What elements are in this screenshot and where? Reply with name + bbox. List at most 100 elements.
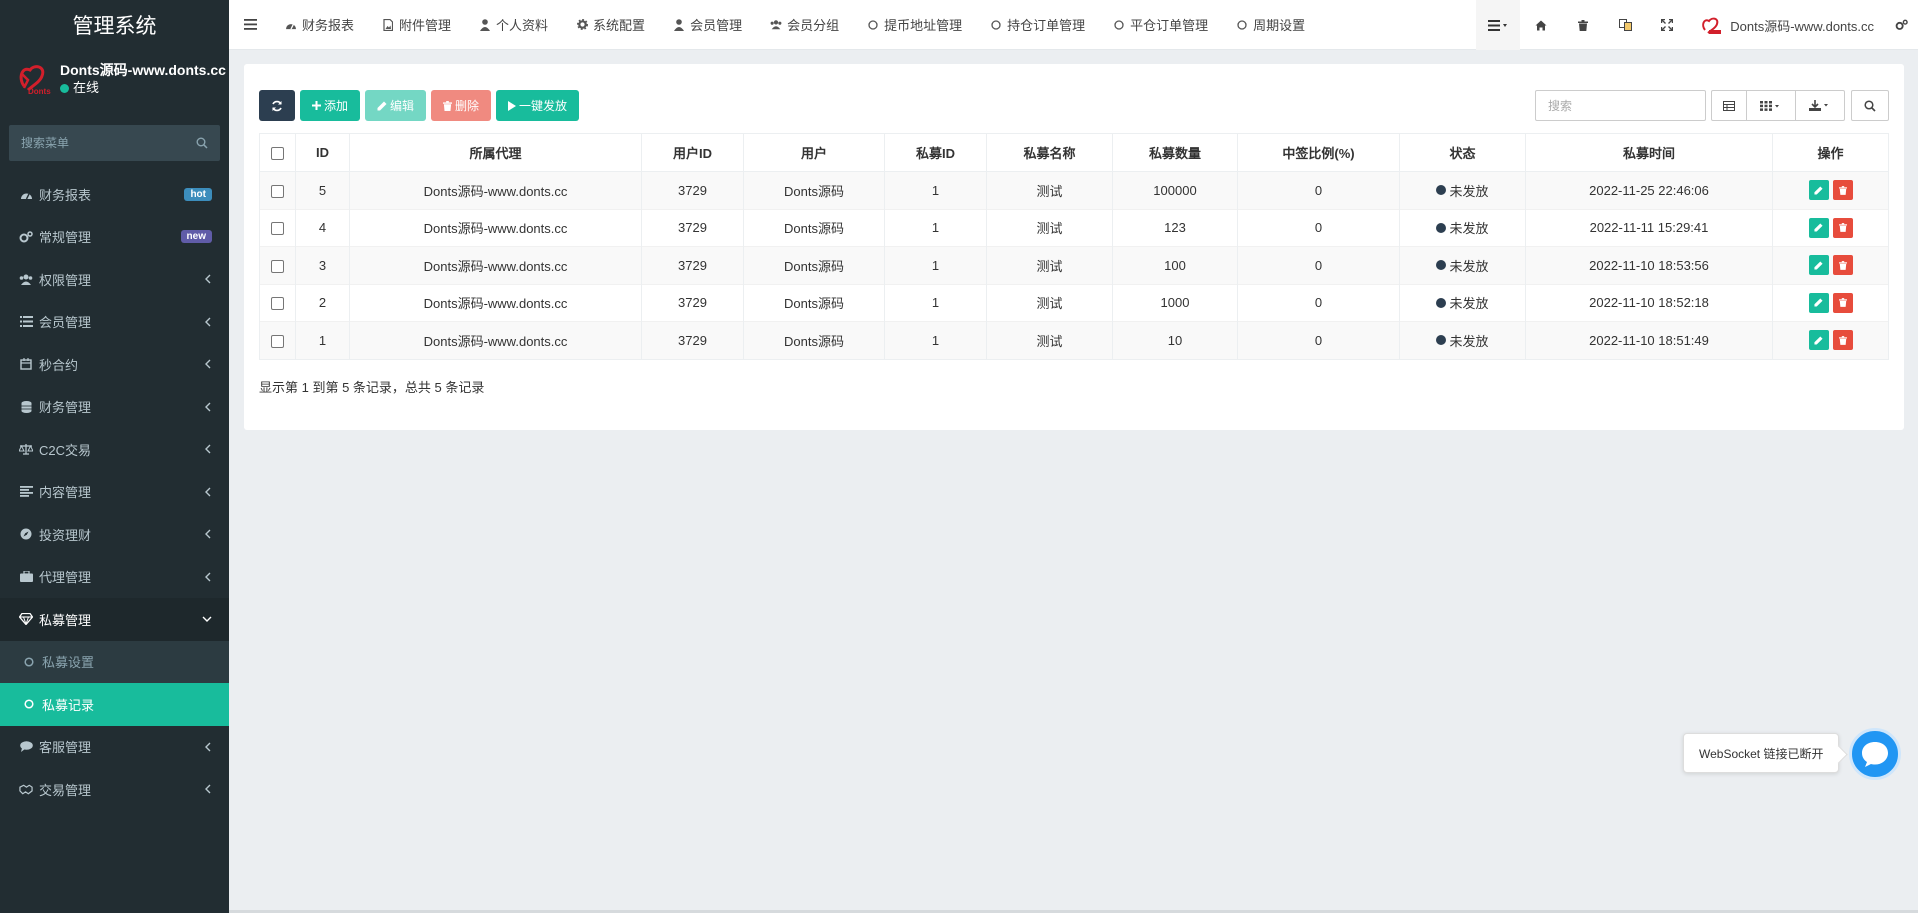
chevron-left-icon	[205, 402, 211, 412]
row-edit-button[interactable]	[1808, 217, 1829, 238]
edit-button[interactable]: 编辑	[365, 90, 427, 121]
cell-win-ratio: 0	[1237, 171, 1400, 209]
row-edit-button[interactable]	[1808, 330, 1829, 351]
search-icon[interactable]	[196, 137, 208, 149]
cell-placement-name: 测试	[986, 246, 1113, 284]
header-placement-qty[interactable]: 私募数量	[1112, 133, 1238, 172]
table-row[interactable]: 2 Donts源码-www.donts.cc 3729 Donts源码 1 测试…	[259, 283, 1889, 322]
delete-button[interactable]: 删除	[431, 90, 492, 121]
row-delete-button[interactable]	[1832, 255, 1853, 276]
tabs-menu-dropdown[interactable]	[1476, 0, 1521, 50]
tab-label: 持仓订单管理	[1007, 18, 1086, 33]
cell-id: 4	[295, 208, 350, 247]
row-checkbox[interactable]	[271, 259, 284, 273]
chat-button[interactable]	[1849, 728, 1901, 780]
table-row[interactable]: 3 Donts源码-www.donts.cc 3729 Donts源码 1 测试…	[259, 246, 1889, 284]
tab-closed-orders[interactable]: 平仓订单管理	[1099, 0, 1222, 50]
play-icon	[508, 100, 517, 111]
row-checkbox[interactable]	[271, 297, 284, 311]
status-badge: 未发放	[1436, 331, 1489, 350]
trash-icon	[1838, 185, 1847, 195]
status-badge: 未发放	[1436, 293, 1489, 312]
tab-position-orders[interactable]: 持仓订单管理	[976, 0, 1099, 50]
tab-withdraw-address[interactable]: 提币地址管理	[853, 0, 976, 50]
grid-dropdown-icon	[1760, 100, 1779, 111]
row-delete-button[interactable]	[1832, 217, 1853, 238]
header-status[interactable]: 状态	[1399, 133, 1526, 172]
tab-system-config[interactable]: 系统配置	[562, 0, 659, 50]
add-button[interactable]: 添加	[300, 90, 361, 121]
header-id[interactable]: ID	[295, 133, 350, 172]
cell-user-id: 3729	[641, 283, 744, 322]
header-agent[interactable]: 所属代理	[349, 133, 642, 172]
header-user[interactable]: 用户	[743, 133, 885, 172]
one-click-dispatch-button[interactable]: 一键发放	[496, 90, 580, 121]
sidebar-item-general[interactable]: 常规管理 new	[0, 216, 229, 259]
sidebar-item-c2c[interactable]: C2C交易	[0, 428, 229, 471]
sidebar-item-finance[interactable]: 财务管理	[0, 386, 229, 429]
clear-cache-button[interactable]	[1562, 0, 1604, 50]
table-row[interactable]: 5 Donts源码-www.donts.cc 3729 Donts源码 1 测试…	[259, 171, 1889, 209]
status-dot-icon	[1436, 260, 1447, 271]
sidebar-item-customer-service[interactable]: 客服管理	[0, 726, 229, 769]
settings-button[interactable]	[1884, 0, 1918, 50]
tab-member[interactable]: 会员管理	[659, 0, 756, 50]
toggle-view-button[interactable]	[1711, 90, 1747, 121]
sidebar-subitem-private-settings[interactable]: 私募设置	[0, 640, 229, 683]
export-dropdown[interactable]	[1795, 90, 1845, 121]
row-checkbox[interactable]	[271, 334, 284, 348]
home-button[interactable]	[1520, 0, 1562, 50]
advanced-search-button[interactable]	[1851, 90, 1889, 121]
sidebar-item-permission[interactable]: 权限管理	[0, 258, 229, 301]
row-checkbox[interactable]	[271, 222, 284, 236]
menu-search-input[interactable]	[21, 136, 196, 150]
row-edit-button[interactable]	[1808, 292, 1829, 313]
fullscreen-button[interactable]	[1646, 0, 1688, 50]
language-button[interactable]	[1604, 0, 1646, 50]
tab-attachment[interactable]: 附件管理	[368, 0, 465, 50]
sidebar-item-private-placement[interactable]: 私募管理	[0, 598, 229, 641]
brand-title[interactable]: 管理系统	[0, 0, 229, 50]
handshake-icon	[19, 782, 33, 796]
row-edit-button[interactable]	[1808, 180, 1829, 201]
row-delete-button[interactable]	[1832, 180, 1853, 201]
websocket-tooltip: WebSocket 链接已断开	[1683, 733, 1839, 773]
tab-member-group[interactable]: 会员分组	[756, 0, 853, 50]
header-placement-time[interactable]: 私募时间	[1525, 133, 1773, 172]
columns-dropdown[interactable]	[1746, 90, 1796, 121]
header-placement-name[interactable]: 私募名称	[986, 133, 1113, 172]
row-checkbox[interactable]	[271, 184, 284, 198]
cog-icon	[576, 19, 588, 31]
tab-profile[interactable]: 个人资料	[465, 0, 562, 50]
tab-cycle-settings[interactable]: 周期设置	[1222, 0, 1319, 50]
header-user-id[interactable]: 用户ID	[641, 133, 744, 172]
header-win-ratio[interactable]: 中签比例(%)	[1237, 133, 1400, 172]
user-menu[interactable]: Donts源码-www.donts.cc	[1688, 0, 1884, 50]
dashboard-icon	[19, 187, 33, 201]
sidebar-item-finance-report[interactable]: 财务报表 hot	[0, 173, 229, 216]
edit-label: 编辑	[390, 99, 415, 113]
cell-placement-name: 测试	[986, 283, 1113, 322]
table-row[interactable]: 4 Donts源码-www.donts.cc 3729 Donts源码 1 测试…	[259, 208, 1889, 247]
sidebar-item-trade[interactable]: 交易管理	[0, 768, 229, 811]
tab-label: 会员分组	[787, 18, 840, 33]
search-icon	[1864, 99, 1876, 112]
sidebar-subitem-private-records[interactable]: 私募记录	[0, 683, 229, 726]
table-row[interactable]: 1 Donts源码-www.donts.cc 3729 Donts源码 1 测试…	[259, 321, 1889, 360]
sidebar-item-agent[interactable]: 代理管理	[0, 556, 229, 599]
sidebar-toggle[interactable]	[229, 0, 271, 50]
table-search-input[interactable]	[1535, 90, 1706, 121]
header-placement-id[interactable]: 私募ID	[884, 133, 987, 172]
tab-finance-report[interactable]: 财务报表	[271, 0, 368, 50]
sidebar-item-content[interactable]: 内容管理	[0, 471, 229, 514]
row-delete-button[interactable]	[1832, 292, 1853, 313]
row-edit-button[interactable]	[1808, 255, 1829, 276]
sidebar-item-investment[interactable]: 投资理财	[0, 513, 229, 556]
refresh-button[interactable]	[259, 90, 295, 121]
sidebar-item-member[interactable]: 会员管理	[0, 301, 229, 344]
select-all-checkbox[interactable]	[271, 147, 284, 161]
row-delete-button[interactable]	[1832, 330, 1853, 351]
logo-text: Donts	[28, 87, 51, 96]
trash-icon	[443, 100, 453, 111]
sidebar-item-second-contract[interactable]: 秒合约	[0, 343, 229, 386]
